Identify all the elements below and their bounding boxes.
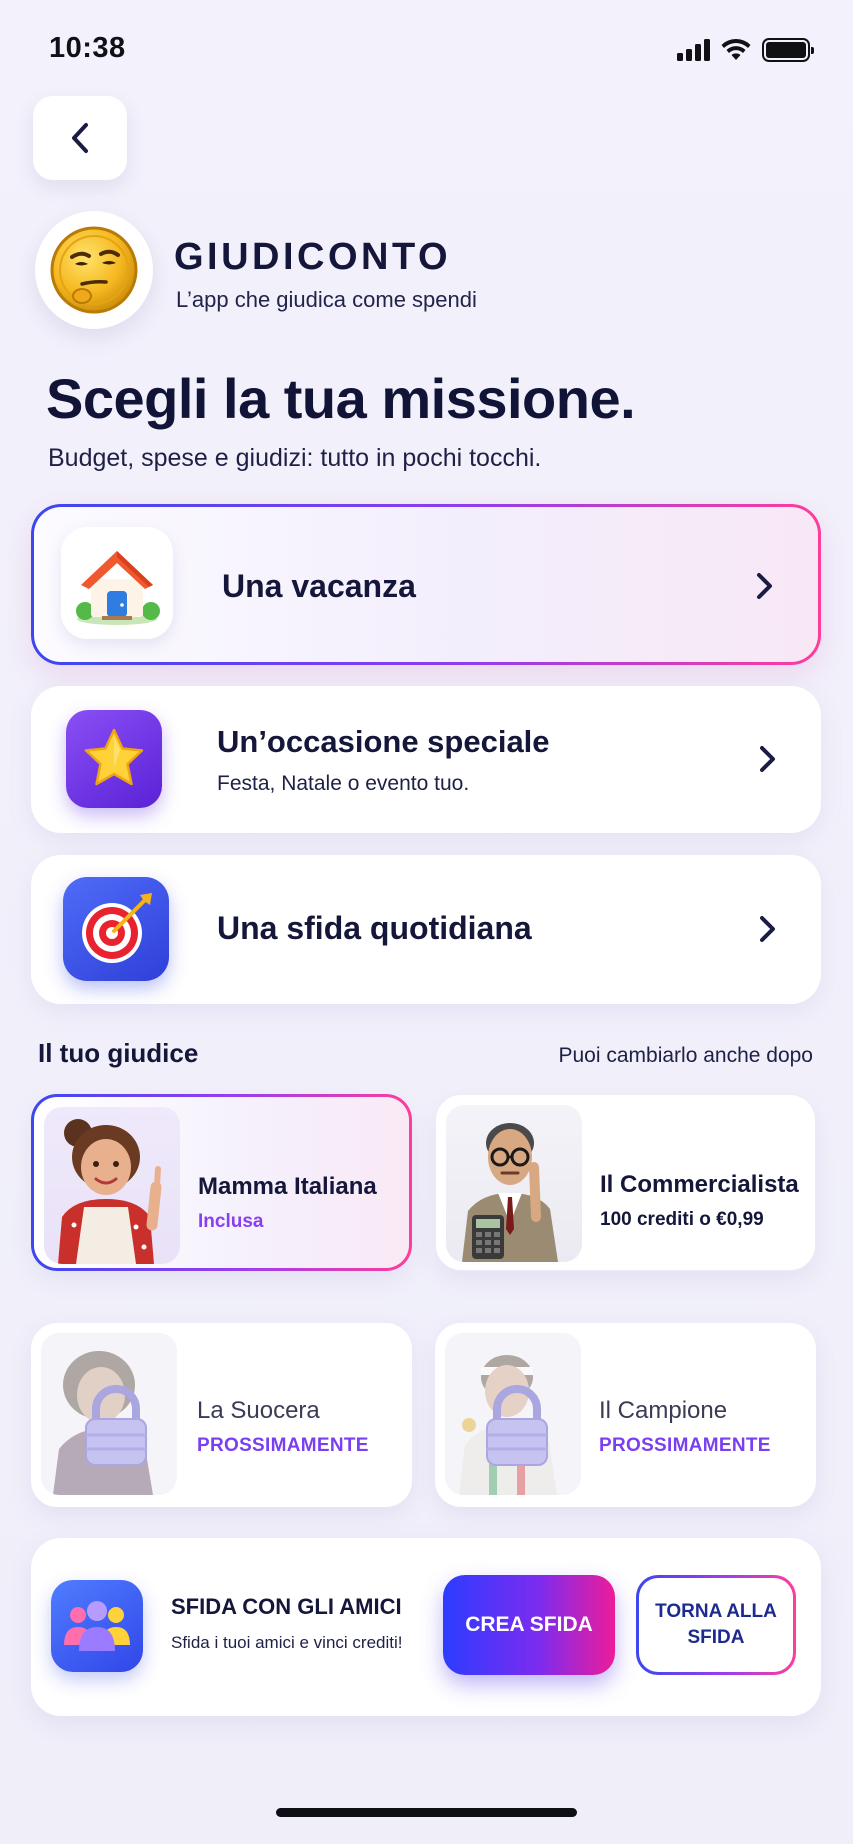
friends-subtitle: Sfida i tuoi amici e vinci crediti!: [171, 1633, 403, 1652]
mission-subtitle: Festa, Natale o evento tuo.: [217, 772, 470, 795]
house-icon: [61, 527, 173, 639]
page-subtitle: Budget, spese e giudizi: tutto in pochi …: [48, 444, 542, 472]
home-indicator: [276, 1808, 577, 1817]
mission-label: Una sfida quotidiana: [217, 910, 532, 946]
group-icon: [51, 1580, 143, 1672]
star-icon: [66, 710, 162, 808]
mission-card-occasione[interactable]: Un’occasione speciale Festa, Natale o ev…: [31, 686, 821, 833]
status-bar: 10:38: [0, 30, 853, 70]
section-title-judge: Il tuo giudice: [38, 1038, 199, 1068]
judge-card-campione[interactable]: Il Campione PROSSIMAMENTE: [435, 1323, 816, 1507]
return-to-challenge-button[interactable]: TORNA ALLA SFIDA: [636, 1575, 796, 1675]
status-time: 10:38: [49, 32, 126, 64]
judging-coin-face-icon: [50, 226, 138, 314]
mission-card-vacanza[interactable]: Una vacanza: [31, 504, 821, 665]
mission-card-sfida-quotidiana[interactable]: Una sfida quotidiana: [31, 855, 821, 1004]
app-logo: [35, 211, 153, 329]
friends-title: SFIDA CON GLI AMICI: [171, 1594, 402, 1619]
back-button[interactable]: [33, 96, 127, 180]
judge-name: Mamma Italiana: [198, 1173, 377, 1200]
section-hint: Puoi cambiarlo anche dopo: [558, 1044, 813, 1067]
judge-coming-soon: PROSSIMAMENTE: [599, 1435, 771, 1456]
brand-name: GIUDICONTO: [174, 236, 452, 278]
judge-name: Il Campione: [599, 1397, 728, 1424]
friends-challenge-card: SFIDA CON GLI AMICI Sfida i tuoi amici e…: [31, 1538, 821, 1716]
page-title: Scegli la tua missione.: [46, 367, 636, 430]
lock-icon: [85, 1385, 147, 1466]
target-icon: [63, 877, 169, 981]
judge-card-suocera[interactable]: La Suocera PROSSIMAMENTE: [31, 1323, 412, 1507]
battery-icon: [762, 38, 814, 62]
chevron-right-icon: [760, 916, 775, 942]
brand-tagline: L’app che giudica come spendi: [176, 287, 477, 312]
judge-name: Il Commercialista: [600, 1171, 799, 1198]
cellular-signal-icon: [677, 39, 710, 61]
status-icons: [677, 38, 814, 62]
mission-label: Una vacanza: [222, 568, 416, 604]
judge-price: Inclusa: [198, 1211, 264, 1232]
mission-label: Un’occasione speciale: [217, 724, 550, 759]
judge-card-mamma-italiana[interactable]: Mamma Italiana Inclusa: [31, 1094, 412, 1271]
judge-name: La Suocera: [197, 1397, 320, 1424]
lock-icon: [486, 1385, 548, 1466]
chevron-left-icon: [72, 123, 88, 153]
wifi-icon: [721, 38, 751, 60]
judge-coming-soon: PROSSIMAMENTE: [197, 1435, 369, 1456]
chevron-right-icon: [757, 573, 772, 599]
commercialista-avatar: [446, 1105, 582, 1262]
judge-price: 100 crediti o €0,99: [600, 1209, 764, 1230]
mamma-italiana-avatar: [44, 1107, 180, 1264]
create-challenge-button[interactable]: CREA SFIDA: [443, 1575, 615, 1675]
chevron-right-icon: [760, 746, 775, 772]
judge-card-commercialista[interactable]: Il Commercialista 100 crediti o €0,99: [435, 1094, 816, 1271]
